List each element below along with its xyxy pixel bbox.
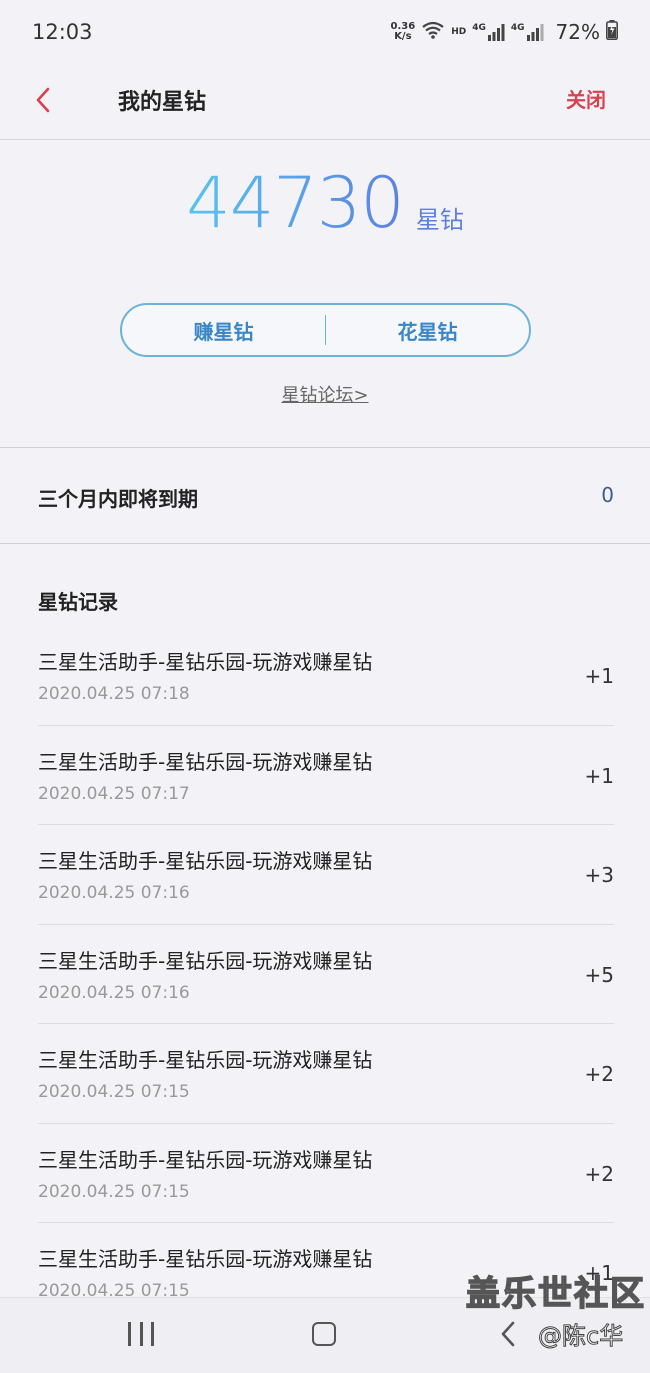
list-item[interactable]: 三星生活助手-星钻乐园-玩游戏赚星钻 2020.04.25 07:18 +1 (38, 626, 614, 726)
close-button[interactable]: 关闭 (566, 84, 606, 113)
forum-link[interactable]: 星钻论坛> (0, 381, 650, 407)
list-item[interactable]: 三星生活助手-星钻乐园-玩游戏赚星钻 2020.04.25 07:15 +2 (38, 1024, 614, 1124)
record-amount: +2 (584, 1062, 614, 1086)
record-amount: +5 (584, 962, 614, 987)
chevron-left-icon (35, 87, 51, 117)
expiring-count: 0 (601, 483, 614, 507)
status-indicators: 0.36 K/s HD 4G 4G 72% (391, 19, 618, 45)
record-name: 三星生活助手-星钻乐园-玩游戏赚星钻 (38, 650, 373, 674)
star-diamond-page: 12:03 0.36 K/s HD 4G 4G 72% 我的星钻 关闭 4473… (0, 0, 650, 1373)
record-name: 三星生活助手-星钻乐园-玩游戏赚星钻 (38, 1048, 373, 1072)
watermark-user: @陈c华 (537, 1322, 624, 1351)
status-time: 12:03 (32, 20, 93, 44)
record-time: 2020.04.25 07:15 (38, 1082, 190, 1102)
signal-icon: 4G (511, 23, 544, 41)
records-title: 星钻记录 (38, 590, 118, 614)
record-time: 2020.04.25 07:16 (38, 883, 190, 903)
record-amount: +2 (584, 1161, 614, 1186)
balance-section: 44730 星钻 赚星钻 花星钻 星钻论坛> (0, 141, 650, 448)
record-name: 三星生活助手-星钻乐园-玩游戏赚星钻 (38, 1247, 373, 1271)
list-item[interactable]: 三星生活助手-星钻乐园-玩游戏赚星钻 2020.04.25 07:16 +3 (38, 825, 614, 925)
page-title: 我的星钻 (118, 90, 207, 115)
status-bar: 12:03 0.36 K/s HD 4G 4G 72% (0, 0, 650, 64)
record-name: 三星生活助手-星钻乐园-玩游戏赚星钻 (38, 849, 373, 873)
battery-percent: 72% (555, 20, 600, 44)
record-name: 三星生活助手-星钻乐园-玩游戏赚星钻 (38, 749, 373, 774)
network-speed: 0.36 K/s (391, 22, 416, 42)
spend-button[interactable]: 花星钻 (326, 316, 529, 345)
sim1-network-label: 4G (472, 23, 486, 33)
list-item[interactable]: 三星生活助手-星钻乐园-玩游戏赚星钻 2020.04.25 07:16 +5 (38, 925, 614, 1024)
home-icon[interactable] (312, 1322, 336, 1346)
earn-button[interactable]: 赚星钻 (122, 316, 325, 345)
expiring-label: 三个月内即将到期 (38, 487, 198, 511)
records-list: 三星生活助手-星钻乐园-玩游戏赚星钻 2020.04.25 07:18 +1 三… (38, 626, 614, 1323)
balance-amount: 44730 (186, 162, 405, 244)
signal-icon: 4G (472, 23, 505, 41)
record-amount: +3 (584, 863, 614, 887)
earn-spend-toggle: 赚星钻 花星钻 (120, 303, 531, 357)
battery-charging-icon (606, 19, 618, 45)
record-time: 2020.04.25 07:16 (38, 982, 190, 1003)
record-time: 2020.04.25 07:18 (38, 684, 190, 704)
list-item[interactable]: 三星生活助手-星钻乐园-玩游戏赚星钻 2020.04.25 07:17 +1 (38, 726, 614, 825)
wifi-icon (421, 20, 445, 44)
record-time: 2020.04.25 07:15 (38, 1181, 190, 1202)
balance-display: 44730 星钻 (0, 163, 650, 243)
balance-unit: 星钻 (415, 206, 464, 234)
record-time: 2020.04.25 07:17 (38, 783, 190, 804)
network-speed-unit: K/s (394, 31, 412, 42)
record-amount: +1 (584, 664, 614, 688)
back-icon[interactable] (496, 1318, 520, 1350)
record-name: 三星生活助手-星钻乐园-玩游戏赚星钻 (38, 1147, 373, 1172)
hd-badge: HD (451, 27, 467, 37)
expiring-row[interactable]: 三个月内即将到期 0 (0, 449, 650, 544)
watermark-logo: 盖乐世社区 (465, 1273, 646, 1315)
record-amount: +1 (584, 763, 614, 788)
sim2-network-label: 4G (510, 23, 525, 33)
back-button[interactable] (28, 82, 58, 122)
record-name: 三星生活助手-星钻乐园-玩游戏赚星钻 (38, 948, 373, 973)
list-item[interactable]: 三星生活助手-星钻乐园-玩游戏赚星钻 2020.04.25 07:15 +2 (38, 1124, 614, 1223)
recent-apps-icon[interactable] (128, 1322, 154, 1348)
app-header: 我的星钻 关闭 (0, 64, 650, 140)
